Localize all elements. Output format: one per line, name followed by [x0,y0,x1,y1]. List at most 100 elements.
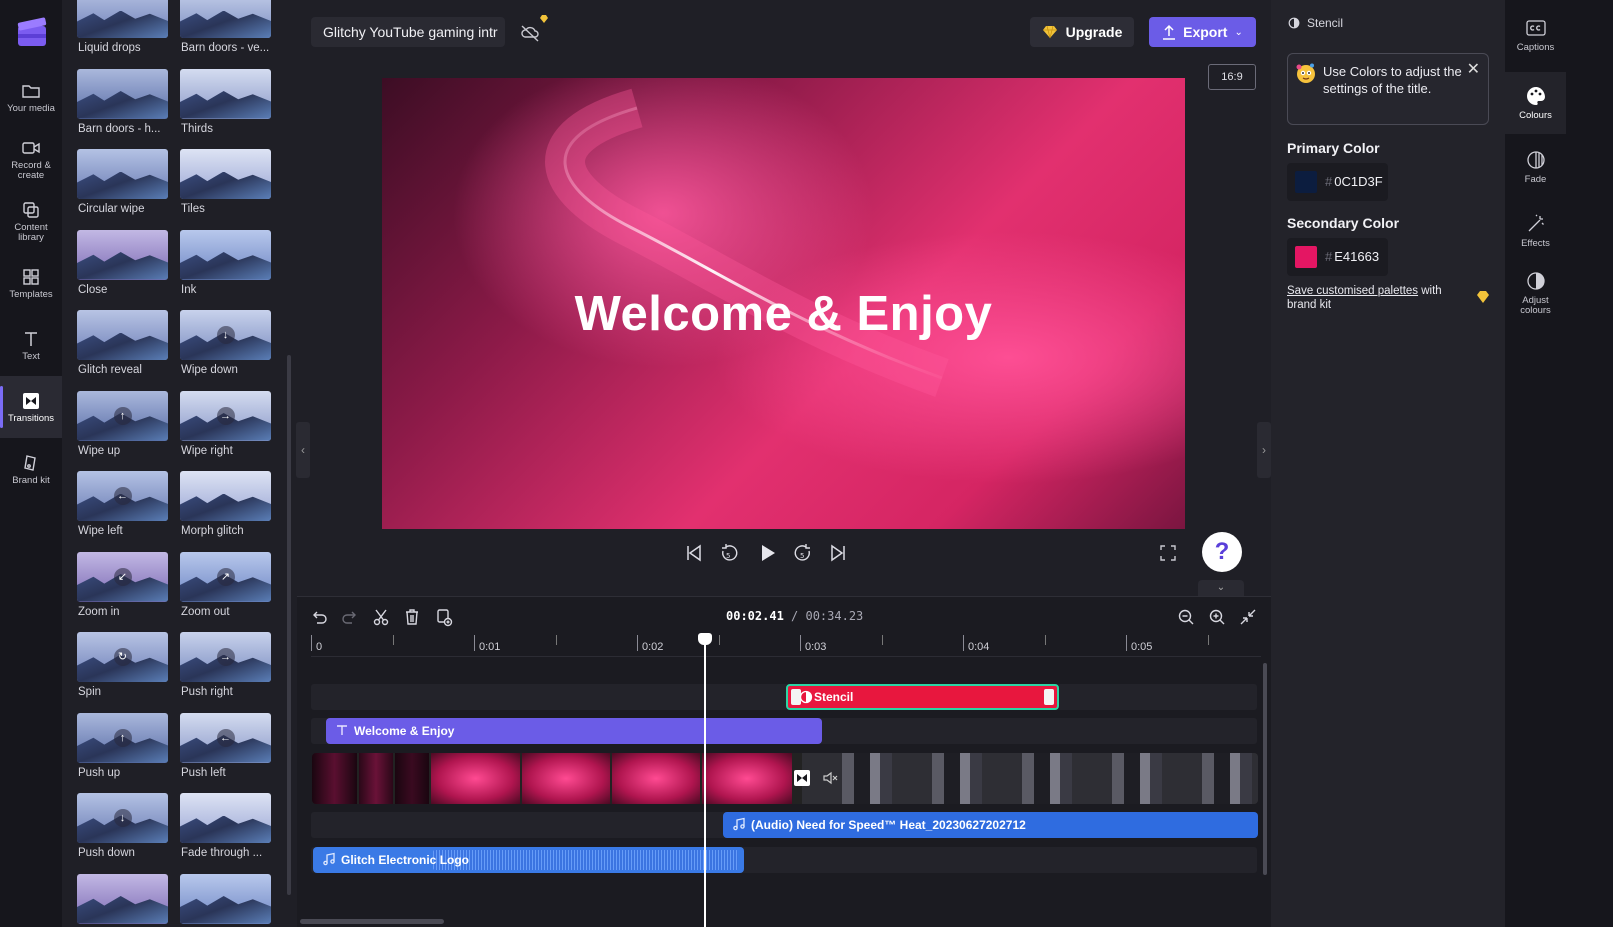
export-button[interactable]: Export ⌄ [1149,17,1256,47]
fullscreen-icon[interactable] [1156,541,1180,565]
transition-thumbnail[interactable] [180,873,271,924]
transition-thumbnail[interactable]: ↓ [77,793,168,843]
transition-tile[interactable]: Circular wipe [77,149,168,230]
nav-templates[interactable]: Templates [0,252,62,314]
transition-thumbnail[interactable] [180,471,271,521]
transition-tile[interactable]: Morph glitch [180,471,271,552]
transition-tile[interactable]: Cross blur [180,873,271,927]
transition-tile[interactable]: Glitch reveal [77,310,168,391]
transition-thumbnail[interactable]: ↗ [180,551,271,602]
transition-thumbnail[interactable] [77,310,168,360]
timeline-vertical-scrollbar[interactable] [1263,663,1267,875]
transition-tile[interactable]: Close [77,229,168,311]
redo-icon[interactable] [340,607,360,627]
transition-tile[interactable]: Ink [180,229,271,311]
transition-tile[interactable]: Fade through ... [180,793,271,874]
rail-colours[interactable]: Colours [1505,72,1566,134]
skip-forward-icon[interactable] [826,541,850,565]
duplicate-icon[interactable] [434,607,454,627]
transition-marker-icon[interactable] [793,769,811,787]
primary-color-swatch[interactable] [1295,171,1317,193]
stencil-clip[interactable]: Stencil [786,684,1059,710]
transition-tile[interactable]: ↗ Zoom out [180,551,271,633]
transition-thumbnail[interactable] [77,873,168,924]
zoom-in-icon[interactable] [1207,607,1227,627]
transition-thumbnail[interactable]: → [180,390,271,441]
transition-tile[interactable]: Tiles [180,149,271,230]
rail-adjust-colours[interactable]: Adjust colours [1505,262,1566,324]
video-clip[interactable] [312,753,1258,804]
transition-tile[interactable]: ← Wipe left [77,471,168,552]
secondary-hex-value[interactable]: E41663 [1334,249,1379,264]
audio-clip-need-for-speed[interactable]: (Audio) Need for Speed™ Heat_20230627202… [723,812,1258,838]
playhead[interactable] [698,633,712,927]
title-clip[interactable]: Welcome & Enjoy [326,718,822,744]
time-ruler[interactable]: 0 0:01 0:02 0:03 0:04 0:05 [311,635,1261,657]
skip-back-icon[interactable] [682,541,706,565]
aspect-ratio-button[interactable]: 16:9 [1208,64,1256,90]
close-icon[interactable]: ✕ [1467,59,1480,79]
rail-effects[interactable]: Effects [1505,200,1566,262]
timeline-horizontal-scrollbar[interactable] [300,919,444,924]
nav-brand-kit[interactable]: Brand kit [0,438,62,500]
transition-thumbnail[interactable] [77,0,168,38]
nav-text[interactable]: Text [0,314,62,376]
panel-scrollbar[interactable] [287,355,291,895]
transition-thumbnail[interactable] [77,229,168,280]
transition-tile[interactable]: Thirds [180,68,271,150]
transition-thumbnail[interactable] [180,229,271,280]
collapse-right-panel-button[interactable]: › [1257,422,1271,478]
transition-tile[interactable]: ↻ Spin [77,632,168,713]
delete-icon[interactable] [402,607,422,627]
transition-thumbnail[interactable]: ↑ [77,390,168,441]
transition-tile[interactable]: Liquid drops [77,0,168,69]
primary-color-field[interactable]: #0C1D3F [1287,163,1388,201]
transition-thumbnail[interactable] [180,149,271,199]
trim-handle-right[interactable] [1044,689,1054,705]
nav-record-create[interactable]: Record & create [0,128,62,190]
transition-thumbnail[interactable]: ↑ [77,712,168,763]
transition-tile[interactable]: Fade through b... [77,873,168,927]
transition-thumbnail[interactable] [77,68,168,119]
cloud-off-icon[interactable] [519,22,541,44]
transition-thumbnail[interactable] [180,793,271,843]
transition-thumbnail[interactable]: ← [180,712,271,763]
secondary-color-field[interactable]: # E41663 [1287,238,1388,276]
split-scissors-icon[interactable] [371,607,391,627]
transition-thumbnail[interactable]: ↻ [77,632,168,682]
transition-tile[interactable]: ↑ Wipe up [77,390,168,472]
undo-icon[interactable] [309,607,329,627]
help-button[interactable]: ? [1202,532,1242,572]
collapse-left-panel-button[interactable]: ‹ [296,422,310,478]
transition-thumbnail[interactable] [180,68,271,119]
primary-hex-value[interactable]: 0C1D3F [1334,174,1382,189]
transition-thumbnail[interactable]: ↓ [180,310,271,360]
transition-thumbnail[interactable] [77,149,168,199]
rewind-5s-icon[interactable]: 5 [717,541,741,565]
rail-fade[interactable]: Fade [1505,136,1566,198]
collapse-timeline-button[interactable]: ⌄ [1198,580,1244,596]
nav-transitions[interactable]: Transitions [0,376,62,438]
upgrade-button[interactable]: Upgrade [1030,17,1134,47]
transition-tile[interactable]: ↓ Push down [77,793,168,874]
video-preview[interactable]: Welcome & Enjoy [382,78,1185,529]
transition-thumbnail[interactable]: → [180,632,271,682]
transition-thumbnail[interactable]: ← [77,471,168,521]
transition-tile[interactable]: → Wipe right [180,390,271,472]
transition-tile[interactable]: ↙ Zoom in [77,551,168,633]
transition-tile[interactable]: ↓ Wipe down [180,310,271,391]
secondary-color-swatch[interactable] [1295,246,1317,268]
transition-thumbnail[interactable] [180,0,271,38]
project-title-input[interactable]: Glitchy YouTube gaming intr [311,17,505,47]
forward-5s-icon[interactable]: 5 [791,541,815,565]
transition-tile[interactable]: ← Push left [180,712,271,794]
transition-tile[interactable]: ↑ Push up [77,712,168,794]
transition-tile[interactable]: → Push right [180,632,271,713]
transition-tile[interactable]: Barn doors - ve... [180,0,271,69]
transition-tile[interactable]: Barn doors - h... [77,68,168,150]
transition-thumbnail[interactable]: ↙ [77,551,168,602]
app-logo-icon[interactable] [16,16,48,48]
zoom-out-icon[interactable] [1176,607,1196,627]
nav-your-media[interactable]: Your media [0,66,62,128]
rail-captions[interactable]: Captions [1505,4,1566,66]
